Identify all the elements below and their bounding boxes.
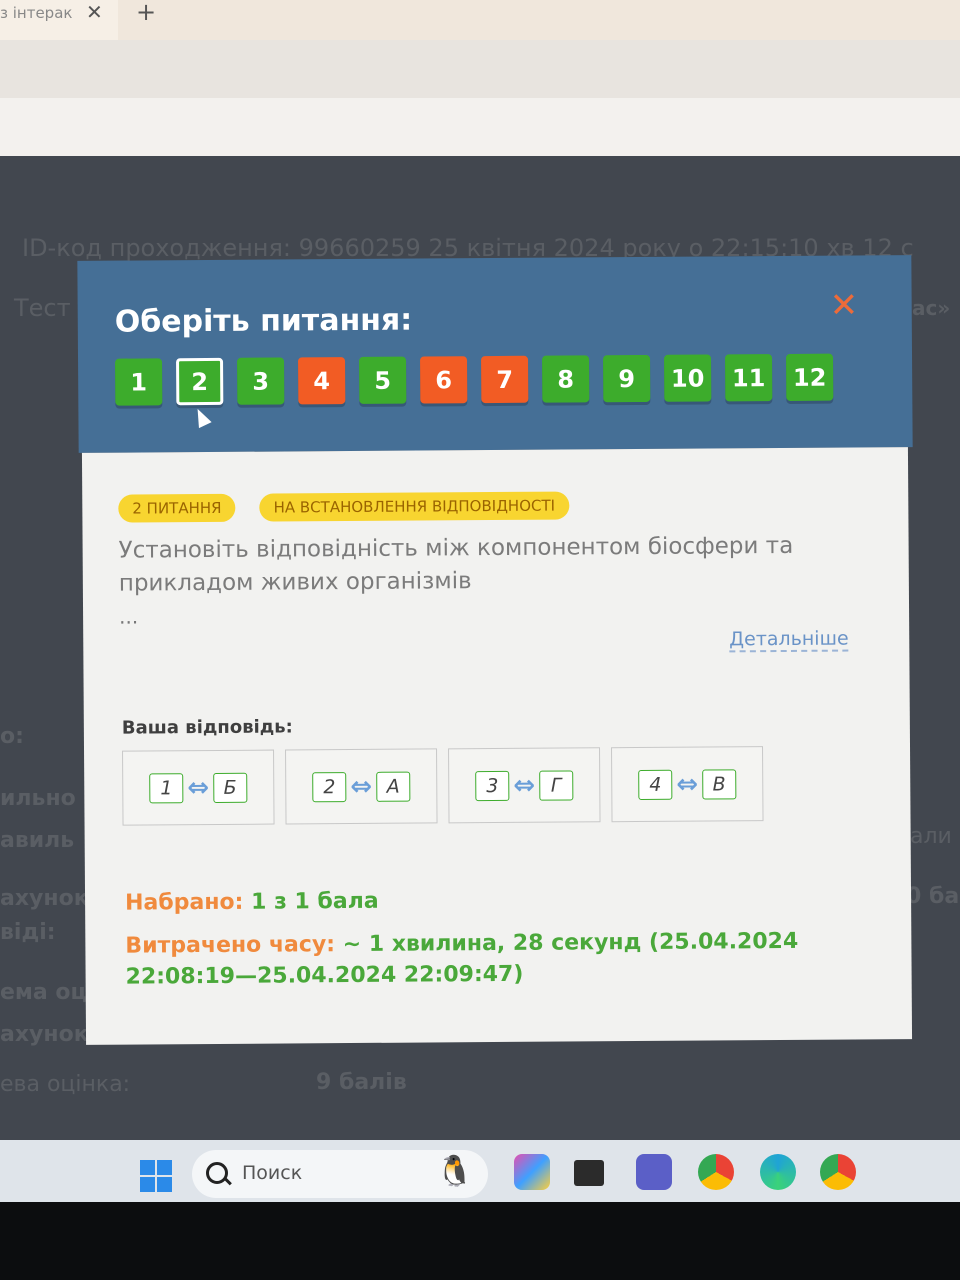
right-fragment-1: али xyxy=(910,824,952,849)
left-label-7: ахунок xyxy=(0,1022,89,1047)
test-name-fragment: ас» xyxy=(912,296,951,320)
pair-left: 3 xyxy=(475,770,510,801)
pair-right: В xyxy=(702,768,737,800)
tab-title: з інтерак xyxy=(0,4,73,22)
question-button-5[interactable]: 5 xyxy=(359,356,407,404)
search-placeholder: Поиск xyxy=(242,1162,303,1184)
answer-label: Ваша відповідь: xyxy=(121,716,293,739)
score-value: 1 з 1 бала xyxy=(250,888,379,915)
match-arrow-icon: ⇔ xyxy=(187,772,210,803)
answer-pair: 4 ⇔ В xyxy=(611,746,764,823)
new-tab-button[interactable]: + xyxy=(136,0,156,26)
test-label: Тест xyxy=(14,294,71,322)
details-link[interactable]: Детальніше xyxy=(729,627,849,653)
taskbar-search[interactable]: Поиск 🐧 xyxy=(192,1150,488,1198)
question-button-8[interactable]: 8 xyxy=(542,355,590,403)
pair-right: Г xyxy=(539,769,574,801)
teams-icon[interactable] xyxy=(636,1154,672,1190)
question-text: Установіть відповідність між компонентом… xyxy=(118,532,794,597)
left-label-1: о: xyxy=(0,724,24,749)
final-score-label: ева оцінка: xyxy=(0,1072,131,1097)
final-score-value: 9 балів xyxy=(316,1070,407,1095)
edge-icon[interactable] xyxy=(760,1154,796,1190)
browser-tab[interactable]: з інтерак ✕ xyxy=(0,0,118,40)
question-button-3[interactable]: 3 xyxy=(237,357,285,405)
score-label: Набрано: xyxy=(125,889,244,916)
match-arrow-icon: ⇔ xyxy=(676,769,699,800)
windows-taskbar: Поиск 🐧 xyxy=(0,1140,960,1202)
mouse-cursor-icon xyxy=(191,405,212,429)
left-label-5: віді: xyxy=(0,920,56,945)
address-bar[interactable] xyxy=(0,40,960,98)
question-button-7[interactable]: 7 xyxy=(481,355,529,404)
score-line: Набрано: 1 з 1 бала xyxy=(125,889,379,916)
match-arrow-icon: ⇔ xyxy=(350,771,373,802)
answer-pairs: 1 ⇔ Б 2 ⇔ А 3 ⇔ Г 4 ⇔ В xyxy=(122,746,764,826)
question-ellipsis: ... xyxy=(119,604,139,629)
chrome-profile-icon[interactable] xyxy=(698,1154,734,1190)
windows-start-icon[interactable] xyxy=(140,1160,172,1192)
question-button-9[interactable]: 9 xyxy=(603,354,651,403)
pair-left: 4 xyxy=(638,769,673,800)
question-number-badge: 2 ПИТАННЯ xyxy=(118,493,236,523)
question-button-12[interactable]: 12 xyxy=(786,353,834,401)
match-arrow-icon: ⇔ xyxy=(513,770,536,801)
left-label-2: ильно xyxy=(0,786,76,811)
penguin-illustration-icon: 🐧 xyxy=(436,1154,474,1189)
modal-title: Оберіть питання: xyxy=(114,302,413,340)
left-label-4: ахунок xyxy=(0,886,89,911)
question-button-2[interactable]: 2 xyxy=(176,357,224,406)
right-fragment-2: 0 ба xyxy=(906,884,960,909)
question-button-4[interactable]: 4 xyxy=(298,357,346,405)
browser-tab-bar: з інтерак ✕ + xyxy=(0,0,960,40)
pair-right: А xyxy=(376,771,411,802)
question-button-10[interactable]: 10 xyxy=(664,354,712,402)
answer-pair: 1 ⇔ Б xyxy=(122,749,275,826)
chrome-icon[interactable] xyxy=(820,1154,856,1190)
question-type-badge: НА ВСТАНОВЛЕННЯ ВІДПОВІДНОСТІ xyxy=(259,491,570,522)
question-badges: 2 ПИТАННЯ НА ВСТАНОВЛЕННЯ ВІДПОВІДНОСТІ xyxy=(118,491,570,523)
laptop-bezel xyxy=(0,1202,960,1280)
left-label-3: авиль xyxy=(0,828,75,853)
question-button-11[interactable]: 11 xyxy=(725,354,773,402)
close-icon[interactable]: ✕ xyxy=(830,285,859,325)
answer-pair: 3 ⇔ Г xyxy=(448,747,601,824)
tab-close-icon[interactable]: ✕ xyxy=(86,0,103,24)
file-explorer-icon[interactable] xyxy=(574,1160,604,1186)
copilot-icon[interactable] xyxy=(514,1154,550,1190)
pair-left: 1 xyxy=(149,772,184,803)
question-navigation: 1 2 3 4 5 6 7 8 9 10 11 12 xyxy=(115,353,834,406)
answer-pair: 2 ⇔ А xyxy=(285,748,438,825)
time-label: Витрачено часу: xyxy=(125,932,336,959)
question-details-panel: 2 ПИТАННЯ НА ВСТАНОВЛЕННЯ ВІДПОВІДНОСТІ … xyxy=(81,447,913,1045)
search-icon xyxy=(206,1162,228,1184)
question-picker-header: Оберіть питання: ✕ 1 2 3 4 5 6 7 8 9 10 11 12 xyxy=(77,255,913,453)
pair-right: Б xyxy=(213,772,248,803)
question-button-1[interactable]: 1 xyxy=(115,358,163,406)
page-top-area xyxy=(0,98,960,156)
time-spent: Витрачено часу: ~ 1 хвилина, 28 секунд (… xyxy=(125,926,855,993)
question-button-6[interactable]: 6 xyxy=(420,356,468,404)
pair-left: 2 xyxy=(312,771,347,802)
left-label-6: ема оц xyxy=(0,980,87,1005)
